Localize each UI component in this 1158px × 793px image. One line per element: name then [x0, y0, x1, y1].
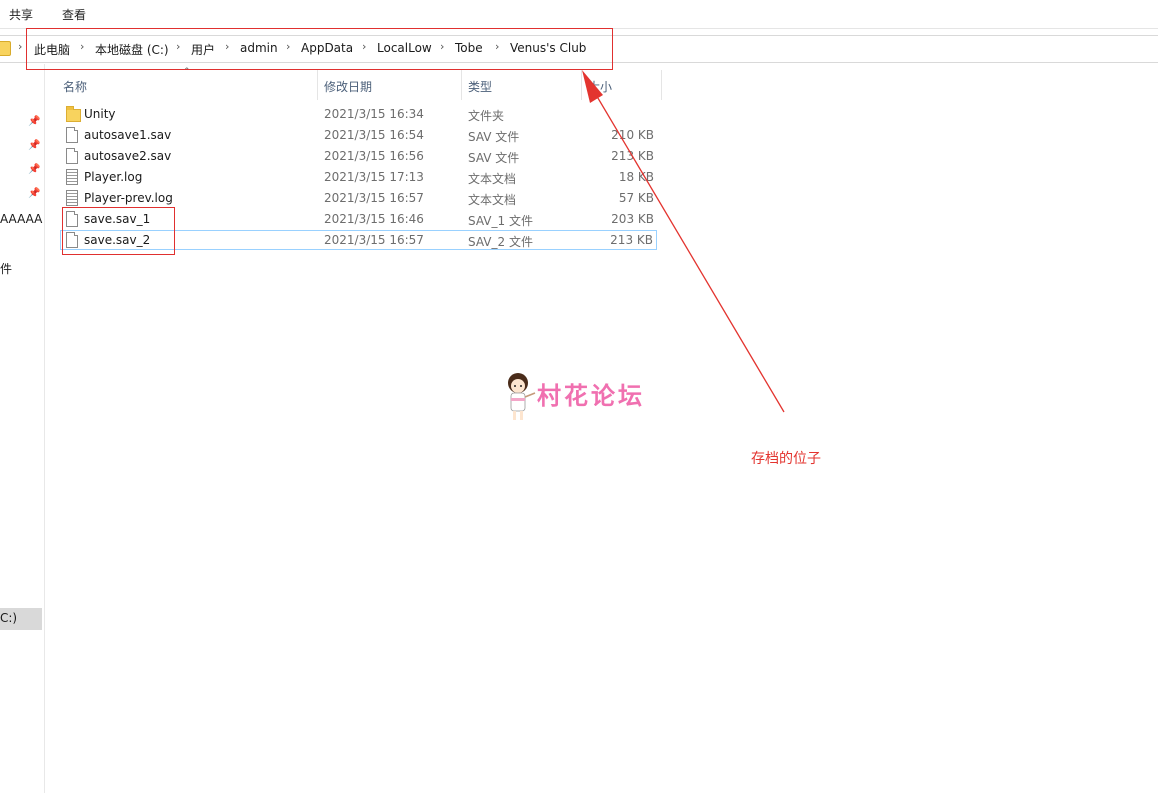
watermark-mascot — [508, 373, 536, 420]
arrow-head — [582, 70, 603, 103]
arrow-line — [591, 87, 785, 413]
watermark: 村花论坛 — [505, 371, 665, 426]
watermark-text: 村花论坛 — [537, 382, 645, 410]
annotation-label: 存档的位子 — [751, 451, 821, 467]
